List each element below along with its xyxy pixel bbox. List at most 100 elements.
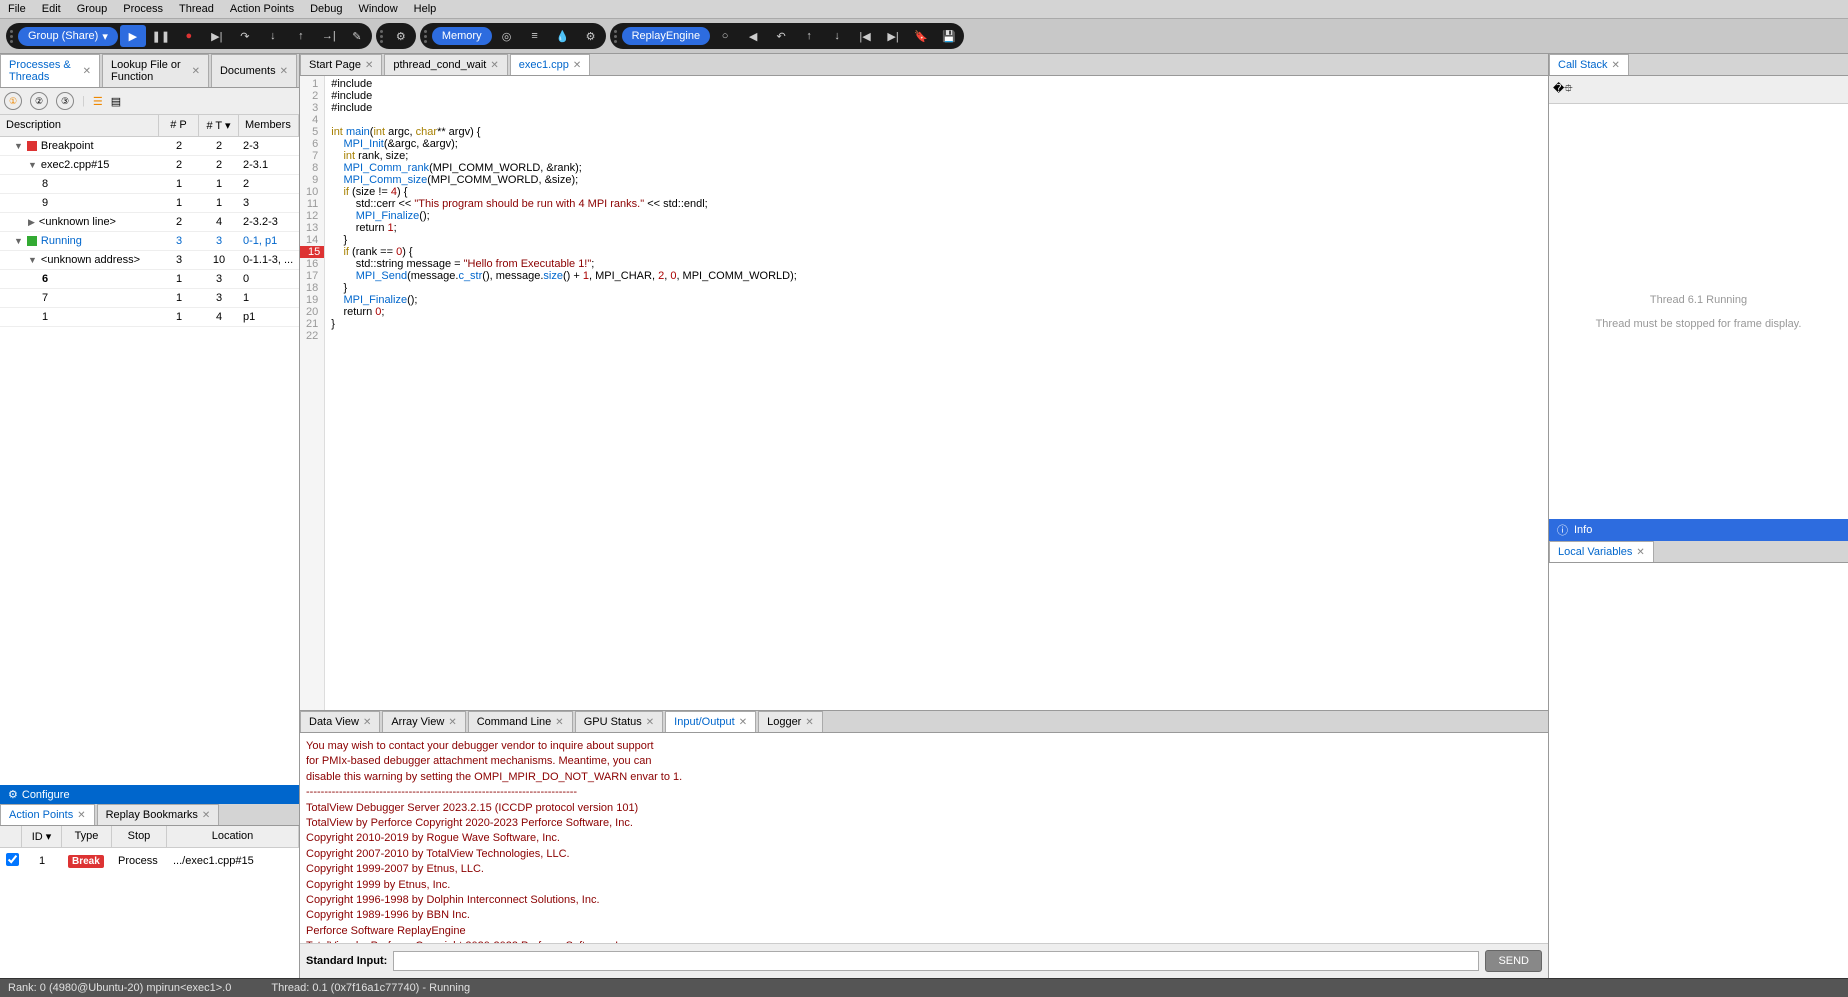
gear-icon[interactable]: ⚙ [388,25,414,47]
play-icon[interactable]: ▶ [120,25,146,47]
info-button[interactable]: ⓘ Info [1549,519,1848,541]
menu-action-points[interactable]: Action Points [230,3,294,15]
tab-replay-bookmarks[interactable]: Replay Bookmarks✕ [97,804,220,825]
col-num-p[interactable]: # P [159,115,199,136]
send-button[interactable]: SEND [1485,950,1542,972]
tab-start-page[interactable]: Start Page✕ [300,54,382,75]
col-stop[interactable]: Stop [112,826,167,847]
replay-engine-button[interactable]: ReplayEngine [622,27,711,45]
col-id[interactable]: ID ▾ [22,826,62,847]
col-members[interactable]: Members [239,115,299,136]
close-icon[interactable]: ✕ [1636,547,1644,558]
list-view-icon[interactable]: ☰ [93,95,103,108]
close-icon[interactable]: ✕ [805,717,813,728]
circle-icon[interactable]: ○ [712,25,738,47]
grid-view-icon[interactable]: ▤ [111,95,121,108]
tab-call-stack[interactable]: Call Stack✕ [1549,54,1629,75]
menu-help[interactable]: Help [414,3,437,15]
group-share-dropdown[interactable]: Group (Share) ▾ [18,27,118,46]
bookmark-icon[interactable]: 🔖 [908,25,934,47]
menu-edit[interactable]: Edit [42,3,61,15]
menu-process[interactable]: Process [123,3,163,15]
process-row[interactable]: ▼<unknown address>3100-1.1-3, ... [0,251,299,270]
tab-lookup[interactable]: Lookup File or Function✕ [102,54,209,87]
col-num-t[interactable]: # T ▾ [199,115,239,136]
menu-file[interactable]: File [8,3,26,15]
tab-input-output[interactable]: Input/Output✕ [665,711,756,732]
process-row[interactable]: ▼Running330-1, p1 [0,232,299,251]
tab-gpu-status[interactable]: GPU Status✕ [575,711,663,732]
tab-action-points[interactable]: Action Points✕ [0,804,95,825]
drop-icon[interactable]: 💧 [550,25,576,47]
menu-thread[interactable]: Thread [179,3,214,15]
process-row[interactable]: ▼Breakpoint222-3 [0,137,299,156]
callstack-body: Thread 6.1 Running Thread must be stoppe… [1549,104,1848,519]
tab-pthread[interactable]: pthread_cond_wait✕ [384,54,507,75]
tab-local-variables[interactable]: Local Variables✕ [1549,541,1654,562]
close-icon[interactable]: ✕ [448,717,456,728]
close-icon[interactable]: ✕ [646,717,654,728]
stdin-input[interactable] [393,951,1479,971]
num3-icon[interactable]: ③ [56,92,74,110]
edit-icon[interactable]: ✎ [344,25,370,47]
close-icon[interactable]: ✕ [83,66,91,77]
process-row[interactable]: ▶<unknown line>242-3.2-3 [0,213,299,232]
break-badge: Break [68,855,104,868]
menu-group[interactable]: Group [77,3,108,15]
num1-icon[interactable]: ① [4,92,22,110]
configure-button[interactable]: ⚙ Configure [0,785,299,804]
down-icon[interactable]: ↓ [824,25,850,47]
tab-logger[interactable]: Logger✕ [758,711,823,732]
tab-command-line[interactable]: Command Line✕ [468,711,573,732]
menu-debug[interactable]: Debug [310,3,342,15]
target-icon[interactable]: ◎ [494,25,520,47]
menu-window[interactable]: Window [359,3,398,15]
close-icon[interactable]: ✕ [363,717,371,728]
close-icon[interactable]: ✕ [573,60,581,71]
tab-processes-threads[interactable]: Processes & Threads✕ [0,54,100,87]
record-icon[interactable]: ● [176,25,202,47]
up-icon[interactable]: ↑ [796,25,822,47]
col-location[interactable]: Location [167,826,299,847]
process-row[interactable]: 7131 [0,289,299,308]
close-icon[interactable]: ✕ [202,810,210,821]
process-row[interactable]: 6130 [0,270,299,289]
ap-checkbox[interactable] [6,853,19,866]
process-row[interactable]: 9113 [0,194,299,213]
pause-icon[interactable]: ❚❚ [148,25,174,47]
step-out-icon[interactable]: ↑ [288,25,314,47]
memory-button[interactable]: Memory [432,27,492,45]
action-point-row[interactable]: 1 Break Process .../exec1.cpp#15 [0,848,299,874]
tab-array-view[interactable]: Array View✕ [382,711,465,732]
close-icon[interactable]: ✕ [555,717,563,728]
close-icon[interactable]: ✕ [1612,60,1620,71]
num2-icon[interactable]: ② [30,92,48,110]
close-icon[interactable]: ✕ [77,810,85,821]
filter-icon[interactable]: �⯐ [1553,83,1573,95]
close-icon[interactable]: ✕ [739,717,747,728]
save-icon[interactable]: 💾 [936,25,962,47]
code-editor[interactable]: 12345678910111213141516171819202122 #inc… [300,76,1548,710]
tab-exec1[interactable]: exec1.cpp✕ [510,54,591,75]
tab-data-view[interactable]: Data View✕ [300,711,380,732]
close-icon[interactable]: ✕ [490,60,498,71]
process-row[interactable]: 8112 [0,175,299,194]
process-row[interactable]: 114p1 [0,308,299,327]
close-icon[interactable]: ✕ [192,66,200,77]
close-icon[interactable]: ✕ [280,66,288,77]
tab-documents[interactable]: Documents✕ [211,54,297,87]
step-into-icon[interactable]: ↓ [260,25,286,47]
step-icon[interactable]: ▶| [204,25,230,47]
skip-back-icon[interactable]: |◀ [852,25,878,47]
rewind-step-icon[interactable]: ↶ [768,25,794,47]
layers-icon[interactable]: ≡ [522,25,548,47]
process-row[interactable]: ▼exec2.cpp#15222-3.1 [0,156,299,175]
run-to-icon[interactable]: →| [316,25,342,47]
back-icon[interactable]: ◀ [740,25,766,47]
col-description[interactable]: Description [0,115,159,136]
col-type[interactable]: Type [62,826,112,847]
settings-icon[interactable]: ⚙ [578,25,604,47]
step-over-icon[interactable]: ↷ [232,25,258,47]
skip-fwd-icon[interactable]: ▶| [880,25,906,47]
close-icon[interactable]: ✕ [365,60,373,71]
